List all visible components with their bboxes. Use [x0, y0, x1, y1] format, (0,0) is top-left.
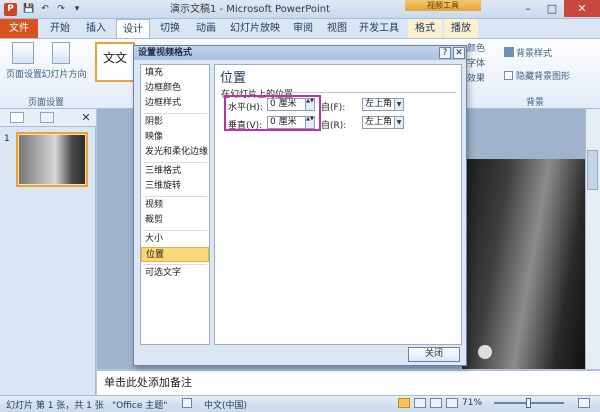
- category-border-color[interactable]: 边框颜色: [141, 81, 209, 96]
- tab-view[interactable]: 视图: [322, 19, 352, 38]
- tab-file[interactable]: 文件: [0, 19, 38, 38]
- category-separator: [143, 264, 207, 265]
- slide-thumbnail-image: [19, 135, 85, 184]
- scrollbar-thumb[interactable]: [587, 150, 598, 190]
- hide-background-label: 隐藏背景图形: [516, 72, 571, 82]
- minimize-button[interactable]: –: [516, 0, 540, 17]
- window-close-button[interactable]: ✕: [564, 0, 600, 17]
- slide-count-status: 幻灯片 第 1 张，共 1 张: [6, 401, 104, 411]
- spell-check-icon[interactable]: [182, 398, 192, 408]
- dialog-close-button[interactable]: 关闭: [408, 347, 460, 362]
- undo-icon[interactable]: ↶: [38, 3, 52, 16]
- tab-playback[interactable]: 播放: [444, 19, 478, 38]
- vertical-from-label: 自(R):: [321, 121, 347, 131]
- customize-quick-access-icon[interactable]: ▾: [70, 3, 84, 16]
- horizontal-from-label: 自(F):: [321, 103, 346, 113]
- theme-thumbnail[interactable]: 文文: [95, 42, 135, 82]
- annotation-highlight-box: [224, 95, 321, 131]
- redo-icon[interactable]: ↷: [54, 3, 68, 16]
- theme-fonts-button[interactable]: 字体: [467, 56, 493, 69]
- tab-format[interactable]: 格式: [408, 19, 442, 38]
- dialog-close-icon[interactable]: ✕: [453, 47, 465, 59]
- slide-orientation-button-label[interactable]: 幻灯片方向: [40, 67, 88, 80]
- category-separator: [143, 162, 207, 163]
- category-3d-format[interactable]: 三维格式: [141, 164, 209, 179]
- slide-orientation-icon[interactable]: [52, 42, 70, 64]
- category-border-style[interactable]: 边框样式: [141, 96, 209, 111]
- video-play-icon[interactable]: [478, 345, 492, 359]
- tab-review[interactable]: 审阅: [288, 19, 318, 38]
- tab-insert[interactable]: 插入: [80, 19, 112, 38]
- tab-transitions[interactable]: 切换: [154, 19, 186, 38]
- theme-effects-button[interactable]: 效果: [467, 71, 493, 84]
- vertical-from-dropdown-arrow[interactable]: ▼: [394, 117, 403, 128]
- category-separator: [143, 113, 207, 114]
- video-tools-context-header: 视频工具: [405, 0, 481, 11]
- vertical-scrollbar[interactable]: [585, 109, 600, 369]
- language-status[interactable]: 中文(中国): [204, 398, 247, 411]
- section-title: 位置: [220, 71, 247, 86]
- category-separator: [143, 196, 207, 197]
- category-shadow[interactable]: 阴影: [141, 115, 209, 130]
- zoom-level[interactable]: 71%: [462, 398, 482, 408]
- slideshow-view-icon[interactable]: [446, 398, 458, 408]
- zoom-slider-thumb[interactable]: [526, 398, 531, 408]
- category-glow-soft-edges[interactable]: 发光和柔化边缘: [141, 145, 209, 160]
- background-group-label: 背景: [525, 98, 544, 108]
- background-styles-button[interactable]: 背景样式: [516, 46, 576, 59]
- video-frame[interactable]: [462, 159, 585, 369]
- horizontal-from-dropdown-arrow[interactable]: ▼: [394, 99, 403, 110]
- reading-view-icon[interactable]: [430, 398, 442, 408]
- slide-sorter-view-icon[interactable]: [414, 398, 426, 408]
- tab-slideshow[interactable]: 幻灯片放映: [226, 19, 284, 38]
- save-icon[interactable]: 💾: [22, 3, 36, 16]
- tab-animations[interactable]: 动画: [190, 19, 222, 38]
- background-styles-icon: [504, 47, 514, 57]
- page-setup-icon[interactable]: [12, 42, 34, 64]
- page-setup-group-label: 页面设置: [27, 98, 64, 108]
- category-3d-rotation[interactable]: 三维旋转: [141, 179, 209, 194]
- slides-tab-icon[interactable]: [10, 112, 24, 123]
- category-alt-text[interactable]: 可选文字: [141, 266, 209, 281]
- tab-home[interactable]: 开始: [44, 19, 76, 38]
- hide-background-checkbox[interactable]: [504, 71, 513, 80]
- theme-status: "Office 主题": [112, 401, 168, 411]
- category-video[interactable]: 视频: [141, 198, 209, 213]
- category-reflection[interactable]: 映像: [141, 130, 209, 145]
- category-position-selected[interactable]: 位置: [141, 247, 209, 262]
- slide-number: 1: [4, 134, 10, 144]
- category-separator: [143, 230, 207, 231]
- category-crop[interactable]: 裁剪: [141, 213, 209, 228]
- powerpoint-app-icon[interactable]: P: [4, 3, 17, 16]
- fit-to-window-icon[interactable]: [578, 398, 590, 408]
- window-title: 演示文稿1 - Microsoft PowerPoint: [169, 4, 331, 15]
- section-divider: [283, 92, 456, 93]
- theme-colors-button[interactable]: 颜色: [467, 41, 493, 54]
- tab-developer[interactable]: 开发工具: [356, 19, 402, 38]
- dialog-help-icon[interactable]: ?: [439, 47, 451, 59]
- normal-view-icon[interactable]: [398, 398, 410, 408]
- category-fill[interactable]: 填充: [141, 66, 209, 81]
- category-size[interactable]: 大小: [141, 232, 209, 247]
- outline-tab-icon[interactable]: [40, 112, 54, 123]
- notes-placeholder: 单击此处添加备注: [104, 376, 192, 389]
- close-panel-icon[interactable]: ✕: [80, 111, 92, 124]
- maximize-button[interactable]: □: [540, 0, 564, 17]
- tab-design[interactable]: 设计: [116, 19, 150, 38]
- dialog-title: 设置视频格式: [134, 46, 466, 60]
